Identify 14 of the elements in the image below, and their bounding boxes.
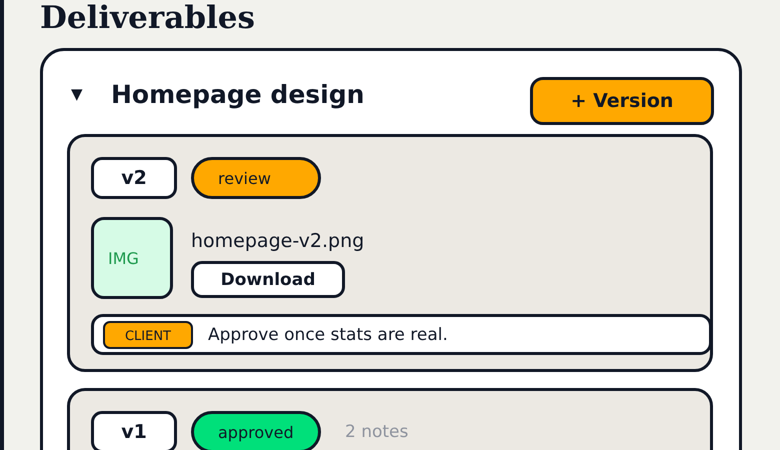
note-text: Approve once stats are real. — [208, 324, 448, 344]
note-count: 2 notes — [345, 422, 408, 442]
file-name: homepage-v2.png — [191, 230, 364, 252]
deliverable-title: Homepage design — [111, 80, 364, 108]
add-version-button[interactable]: + Version — [530, 77, 714, 125]
status-pill: review — [191, 157, 321, 199]
expand-toggle[interactable]: ▼ — [71, 85, 111, 103]
file-thumbnail: IMG — [91, 217, 173, 299]
page-title: Deliverables — [40, 0, 256, 38]
status-pill: approved — [191, 411, 321, 450]
author-tag: CLIENT — [103, 320, 193, 348]
version-label: v1 — [91, 411, 177, 450]
version-label: v2 — [91, 157, 177, 199]
download-button[interactable]: Download — [191, 261, 345, 298]
